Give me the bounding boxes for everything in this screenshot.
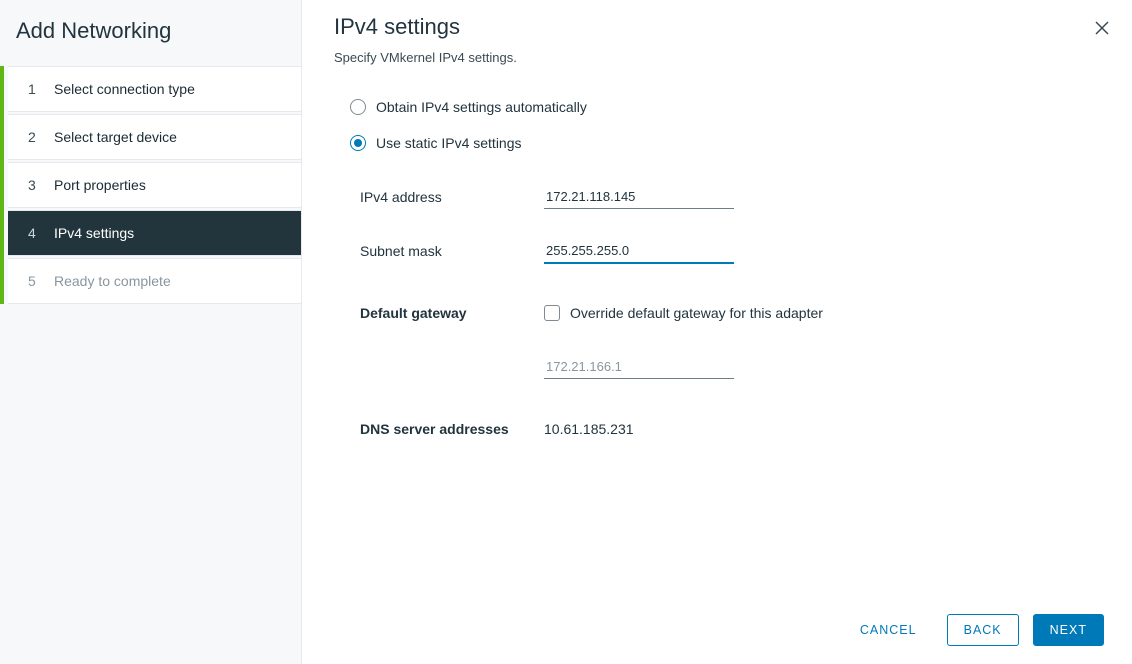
dns-label: DNS server addresses [360, 421, 544, 437]
row-subnet-mask: Subnet mask [360, 233, 1104, 269]
step-number: 5 [28, 273, 40, 289]
step-label: Select connection type [54, 81, 195, 97]
step-label: IPv4 settings [54, 225, 134, 241]
wizard-sidebar: Add Networking 1 Select connection type … [0, 0, 302, 664]
row-gateway-value [360, 349, 1104, 385]
ipv4-address-input[interactable] [544, 185, 734, 209]
wizard-steps: 1 Select connection type 2 Select target… [0, 66, 301, 304]
cancel-button[interactable]: CANCEL [844, 615, 933, 645]
close-icon [1095, 21, 1109, 35]
checkbox-icon [544, 305, 560, 321]
step-number: 1 [28, 81, 40, 97]
radio-icon [350, 135, 366, 151]
ipv4-address-label: IPv4 address [360, 189, 544, 205]
step-label: Ready to complete [54, 273, 171, 289]
step-select-target-device[interactable]: 2 Select target device [8, 114, 301, 160]
radio-use-static[interactable]: Use static IPv4 settings [350, 135, 1104, 151]
wizard-main: IPv4 settings Specify VMkernel IPv4 sett… [302, 0, 1132, 664]
page-subtitle: Specify VMkernel IPv4 settings. [334, 50, 1104, 65]
default-gateway-label: Default gateway [360, 305, 544, 321]
radio-label: Obtain IPv4 settings automatically [376, 99, 587, 115]
step-ready-to-complete: 5 Ready to complete [8, 258, 301, 304]
step-select-connection-type[interactable]: 1 Select connection type [8, 66, 301, 112]
dns-value: 10.61.185.231 [544, 421, 634, 437]
default-gateway-input[interactable] [544, 355, 734, 379]
ipv4-form: Obtain IPv4 settings automatically Use s… [334, 99, 1104, 465]
step-ipv4-settings[interactable]: 4 IPv4 settings [8, 210, 301, 256]
step-number: 4 [28, 225, 40, 241]
radio-label: Use static IPv4 settings [376, 135, 522, 151]
subnet-mask-label: Subnet mask [360, 243, 544, 259]
wizard-footer: CANCEL BACK NEXT [334, 596, 1104, 646]
step-number: 3 [28, 177, 40, 193]
page-title: IPv4 settings [334, 14, 1104, 40]
step-label: Port properties [54, 177, 146, 193]
radio-icon [350, 99, 366, 115]
wizard-title: Add Networking [0, 0, 301, 66]
back-button[interactable]: BACK [947, 614, 1019, 646]
radio-obtain-automatically[interactable]: Obtain IPv4 settings automatically [350, 99, 1104, 115]
step-port-properties[interactable]: 3 Port properties [8, 162, 301, 208]
close-button[interactable] [1090, 16, 1114, 40]
subnet-mask-input[interactable] [544, 239, 734, 264]
next-button[interactable]: NEXT [1033, 614, 1104, 646]
row-dns: DNS server addresses 10.61.185.231 [360, 411, 1104, 447]
override-gateway-checkbox[interactable]: Override default gateway for this adapte… [544, 305, 823, 321]
override-gateway-label: Override default gateway for this adapte… [570, 305, 823, 321]
step-label: Select target device [54, 129, 177, 145]
row-ipv4-address: IPv4 address [360, 179, 1104, 215]
step-number: 2 [28, 129, 40, 145]
row-default-gateway: Default gateway Override default gateway… [360, 295, 1104, 331]
